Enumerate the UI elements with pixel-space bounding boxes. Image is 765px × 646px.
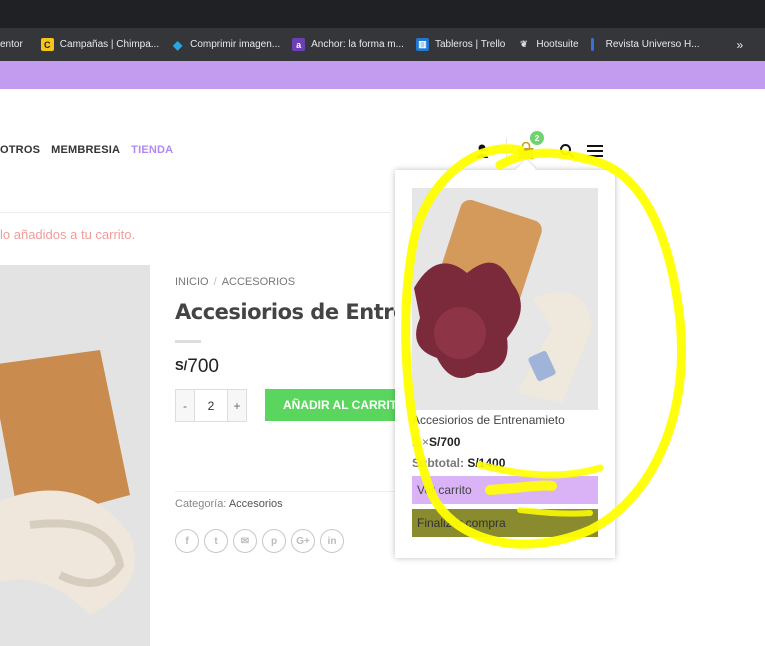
hamburger-menu-icon[interactable] xyxy=(586,143,604,159)
bookmark-mailchimp[interactable]: C Campañas | Chimpa... xyxy=(40,38,160,51)
main-nav: OTROS MEMBRESIA TIENDA xyxy=(0,144,184,156)
bookmark-label: Anchor: la forma m... xyxy=(311,39,404,50)
bookmark-hootsuite[interactable]: ❦ Hootsuite xyxy=(517,38,579,51)
share-icons: f t ✉ p G+ in xyxy=(175,529,349,553)
bookmark-compress[interactable]: ◆ Comprimir imagen... xyxy=(171,37,281,52)
product-price: S/700 xyxy=(175,356,219,378)
category-label: Categoría: xyxy=(175,498,227,510)
bookmark-label: Revista Universo H... xyxy=(605,39,700,50)
header-separator xyxy=(506,138,507,162)
bookmark-label: Campañas | Chimpa... xyxy=(59,39,160,50)
header-divider xyxy=(0,212,390,213)
google-plus-icon[interactable]: G+ xyxy=(291,529,315,553)
nav-item-tienda[interactable]: TIENDA xyxy=(131,144,173,156)
qty-plus-button[interactable]: + xyxy=(228,390,246,421)
owl-icon: ❦ xyxy=(520,39,528,49)
email-icon[interactable]: ✉ xyxy=(233,529,257,553)
breadcrumb: INICIO / ACCESORIOS xyxy=(175,276,295,288)
facebook-icon[interactable]: f xyxy=(175,529,199,553)
bookmark-icon xyxy=(590,38,594,51)
nav-item-otros[interactable]: OTROS xyxy=(0,144,40,156)
product-photo xyxy=(0,265,150,646)
bookmark-trello[interactable]: ▥ Tableros | Trello xyxy=(415,38,506,51)
checkout-button[interactable]: Finalizar compra xyxy=(412,509,598,537)
add-to-cart-button[interactable]: AÑADIR AL CARRITO xyxy=(265,389,395,421)
quantity-stepper: - 2 + xyxy=(175,389,247,422)
anchor-icon: a xyxy=(292,38,306,51)
bookmarks-bar: entor C Campañas | Chimpa... ◆ Comprimir i… xyxy=(0,28,765,61)
price-currency: S/ xyxy=(175,358,188,373)
browser-top-strip xyxy=(0,0,765,28)
breadcrumb-accesorios[interactable]: ACCESORIOS xyxy=(222,276,295,288)
promo-bar xyxy=(0,61,765,89)
more-label: » xyxy=(736,37,744,52)
twitter-icon[interactable]: t xyxy=(204,529,228,553)
breadcrumb-inicio[interactable]: INICIO xyxy=(175,276,209,288)
bookmark-mentor[interactable]: entor xyxy=(0,39,23,50)
search-icon[interactable] xyxy=(559,143,575,159)
cart-item-name[interactable]: Accesiorios de Entrenamieto xyxy=(412,413,565,427)
chimp-icon: C xyxy=(40,38,54,51)
breadcrumb-separator: / xyxy=(213,276,217,288)
cart-count-badge: 2 xyxy=(530,131,544,145)
title-underline xyxy=(175,340,201,343)
trello-icon: ▥ xyxy=(415,38,429,51)
bookmark-anchor[interactable]: a Anchor: la forma m... xyxy=(292,38,404,51)
meta-divider xyxy=(175,491,395,492)
subtotal-label: Subtotal: xyxy=(412,456,464,470)
pinterest-icon[interactable]: p xyxy=(262,529,286,553)
bookmark-label: Comprimir imagen... xyxy=(190,39,281,50)
product-image[interactable] xyxy=(0,265,150,646)
bookmark-label: Tableros | Trello xyxy=(434,39,506,50)
subtotal-value: S/1400 xyxy=(467,456,506,470)
cart-item-photo xyxy=(412,188,598,410)
bookmark-label: entor xyxy=(0,39,23,50)
cart-notice-message: lo añadidos a tu carrito. xyxy=(0,227,136,242)
category-link[interactable]: Accesorios xyxy=(229,498,283,510)
cart-item-image[interactable] xyxy=(412,188,598,410)
bookmarks-more-button[interactable]: » xyxy=(737,38,744,52)
shopping-bag-icon[interactable] xyxy=(517,142,535,160)
qty-minus-button[interactable]: - xyxy=(176,390,194,421)
compress-icon: ◆ xyxy=(172,37,183,52)
user-icon[interactable] xyxy=(474,143,490,159)
bookmark-label: Hootsuite xyxy=(536,39,579,50)
cart-item-qty: 2 ×S/700 xyxy=(412,435,460,449)
cart-subtotal: Subtotal: S/1400 xyxy=(412,456,505,470)
bookmark-revista[interactable]: Revista Universo H... xyxy=(590,38,700,51)
cart-item-qty-count: 2 × xyxy=(412,435,430,449)
product-category: Categoría: Accesorios xyxy=(175,498,283,510)
nav-item-membresia[interactable]: MEMBRESIA xyxy=(51,144,120,156)
qty-input[interactable]: 2 xyxy=(194,390,228,421)
price-amount: 700 xyxy=(187,356,219,377)
linkedin-icon[interactable]: in xyxy=(320,529,344,553)
cart-item-price: S/700 xyxy=(429,435,461,449)
view-cart-button[interactable]: Ver carrito xyxy=(412,476,598,504)
